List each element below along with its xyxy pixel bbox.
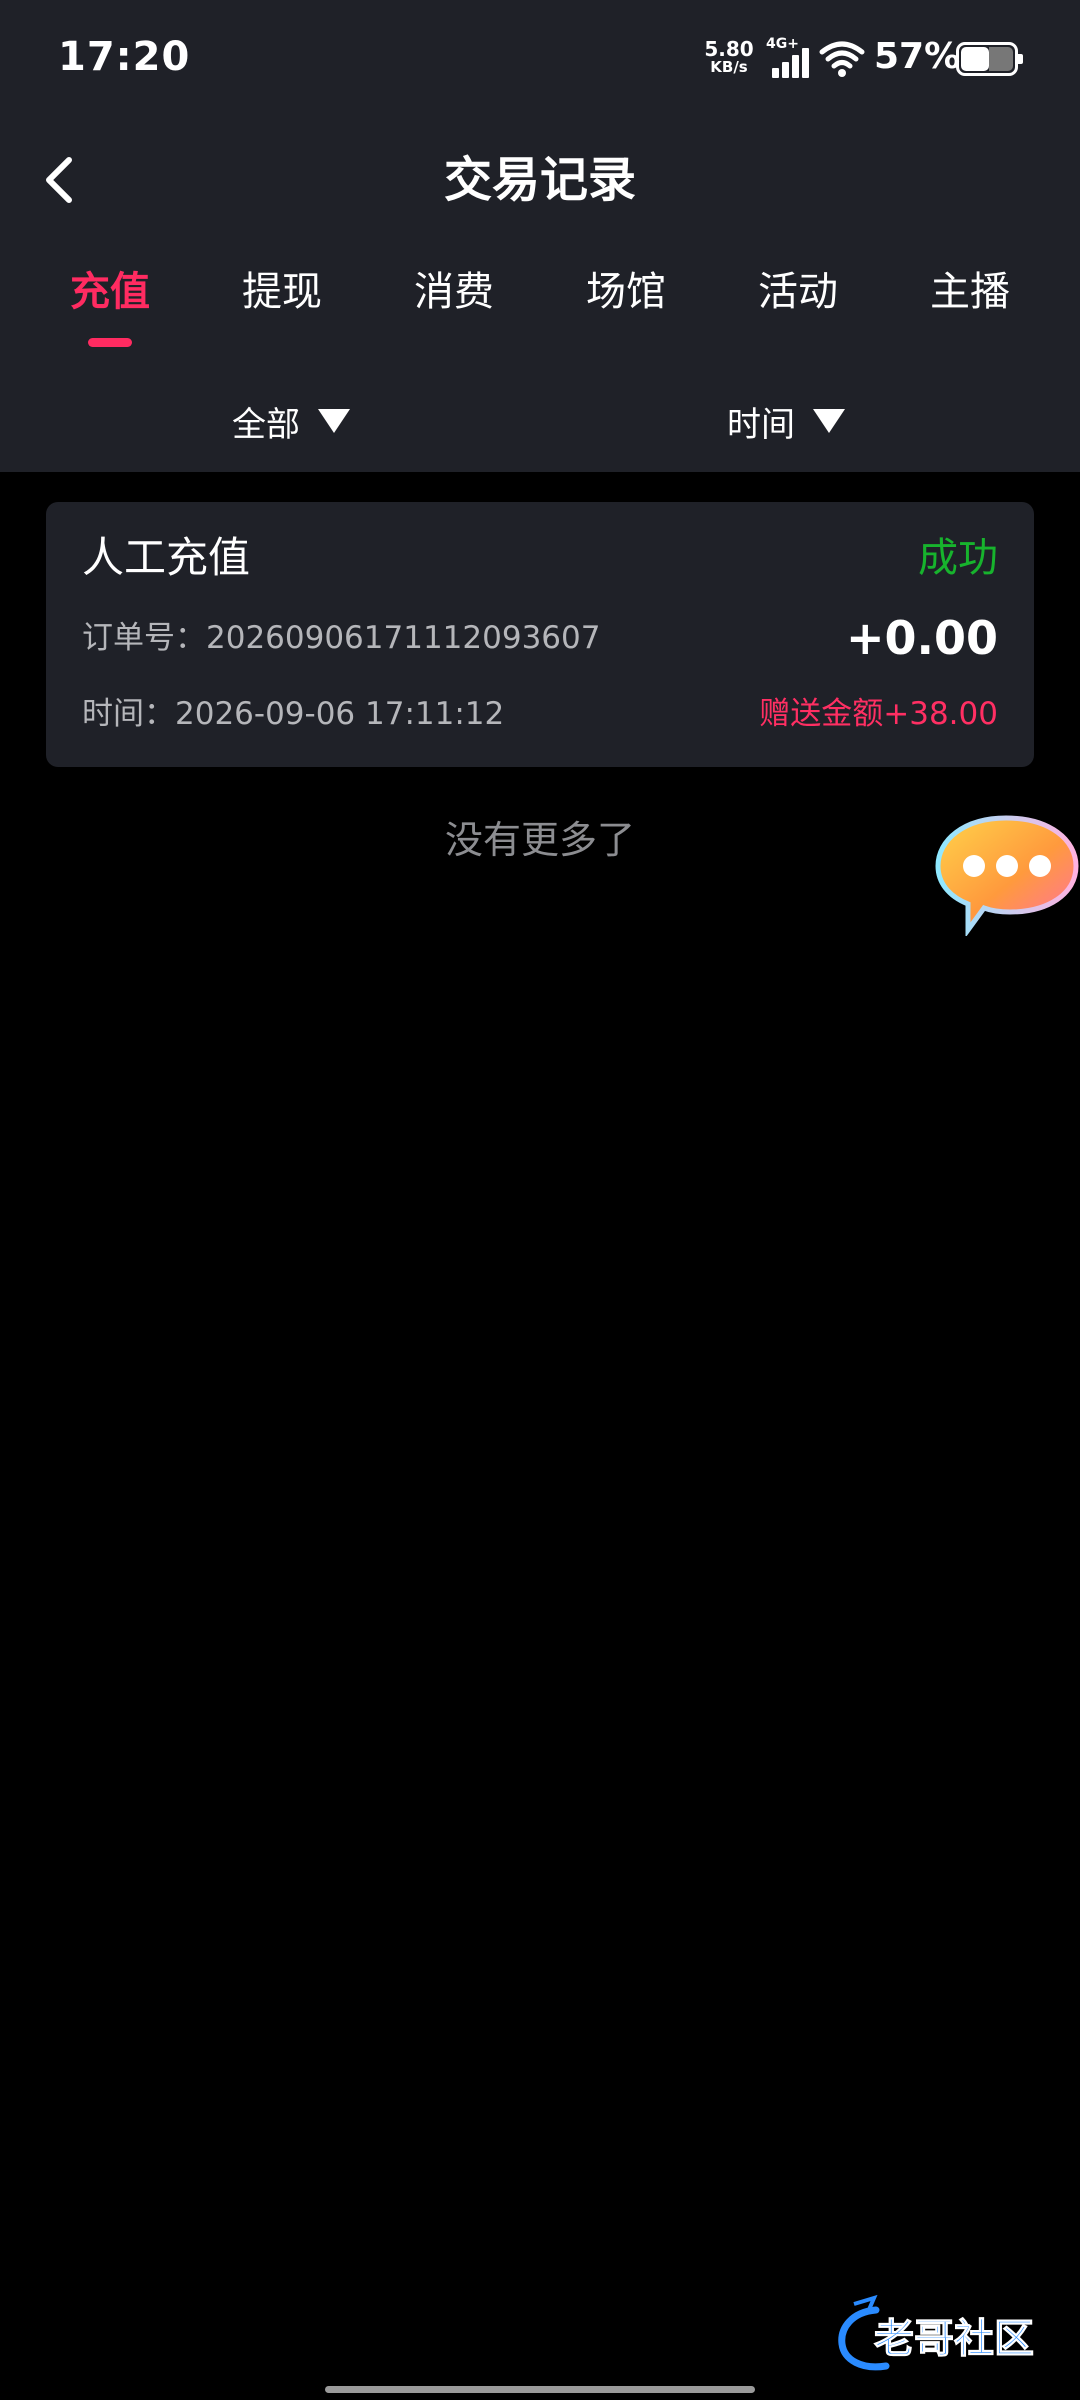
record-amount: +0.00: [845, 611, 998, 665]
transaction-record-card[interactable]: 人工充值 成功 订单号：20260906171112093607 +0.00 时…: [46, 502, 1034, 767]
chat-bubble-icon[interactable]: [934, 812, 1080, 936]
time-filter-dropdown[interactable]: 时间: [727, 396, 845, 446]
tab-streamer[interactable]: 主播: [905, 262, 1035, 322]
page-title: 交易记录: [443, 152, 636, 208]
caret-down-icon: [813, 409, 845, 433]
network-speed-unit: KB/s: [710, 58, 748, 76]
record-bonus: 赠送金额+38.00: [759, 696, 998, 732]
category-tabs: 充值 提现 消费 场馆 活动 主播: [0, 262, 1080, 352]
tab-venue[interactable]: 场馆: [561, 262, 691, 322]
type-filter-dropdown[interactable]: 全部: [232, 396, 350, 446]
tab-consumption[interactable]: 消费: [389, 262, 519, 322]
type-filter-label: 全部: [232, 404, 300, 445]
tab-recharge[interactable]: 充值: [45, 262, 175, 322]
svg-text:老哥社区: 老哥社区: [874, 2316, 1034, 2362]
home-indicator: [325, 2386, 755, 2393]
battery-percent: 57%: [874, 36, 961, 77]
cellular-signal-icon: 4G+: [766, 36, 812, 78]
record-status: 成功: [918, 535, 998, 581]
tab-activity[interactable]: 活动: [733, 262, 863, 322]
time-filter-label: 时间: [727, 404, 795, 445]
network-type: 4G+: [766, 36, 799, 52]
list-end-text: 没有更多了: [444, 818, 635, 862]
status-bar: 17:20 5.80 KB/s 4G+ 57%: [0, 0, 1080, 118]
record-time: 时间：2026-09-06 17:11:12: [82, 696, 505, 732]
battery-icon: [956, 42, 1023, 76]
network-speed-value: 5.80: [704, 37, 754, 61]
tab-withdraw[interactable]: 提现: [217, 262, 347, 322]
watermark-logo: 老哥社区: [834, 2294, 1070, 2378]
caret-down-icon: [318, 409, 350, 433]
active-tab-indicator: [88, 338, 132, 347]
record-order-number: 订单号：20260906171112093607: [82, 620, 601, 656]
record-title: 人工充值: [82, 533, 251, 582]
network-speed: 5.80 KB/s: [704, 37, 754, 76]
wifi-icon: [819, 41, 865, 77]
status-time: 17:20: [58, 34, 191, 80]
